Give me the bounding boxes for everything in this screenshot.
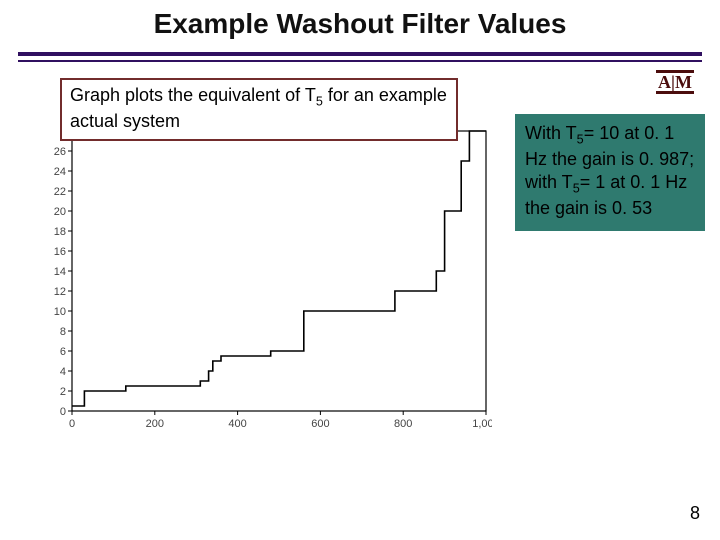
svg-text:400: 400 [228,418,246,430]
svg-text:4: 4 [60,366,66,378]
page-number: 8 [690,503,700,524]
svg-text:800: 800 [394,418,412,430]
side-note-sub-a: 5 [577,133,584,147]
slide: Example Washout Filter Values A|M Graph … [0,0,720,540]
svg-text:0: 0 [69,418,75,430]
svg-text:20: 20 [54,206,66,218]
svg-text:200: 200 [146,418,164,430]
caption-subscript: 5 [316,95,323,109]
title-rule-bottom [18,60,702,62]
tamu-logo: A|M [654,68,696,96]
side-note-box: With T5= 10 at 0. 1 Hz the gain is 0. 98… [515,114,705,231]
svg-text:6: 6 [60,346,66,358]
svg-text:24: 24 [54,166,66,178]
svg-text:600: 600 [311,418,329,430]
page-title: Example Washout Filter Values [0,8,720,40]
svg-text:26: 26 [54,146,66,158]
svg-text:2: 2 [60,386,66,398]
chart-svg: 0246810121416182022242602004006008001,00… [42,125,492,435]
side-note-sub-b: 5 [573,182,580,196]
side-note-seg-a: With T [525,123,577,143]
svg-text:16: 16 [54,246,66,258]
tamu-logo-mark: A|M [656,70,694,94]
svg-text:1,000: 1,000 [472,418,492,430]
svg-text:8: 8 [60,326,66,338]
svg-text:0: 0 [60,406,66,418]
svg-text:14: 14 [54,266,66,278]
chart: 0246810121416182022242602004006008001,00… [42,125,492,435]
chart-caption-box: Graph plots the equivalent of T5 for an … [60,78,458,141]
svg-text:10: 10 [54,306,66,318]
svg-text:18: 18 [54,226,66,238]
svg-text:12: 12 [54,286,66,298]
caption-text-pre: Graph plots the equivalent of T [70,85,316,105]
title-rule-top [18,52,702,56]
svg-text:22: 22 [54,186,66,198]
